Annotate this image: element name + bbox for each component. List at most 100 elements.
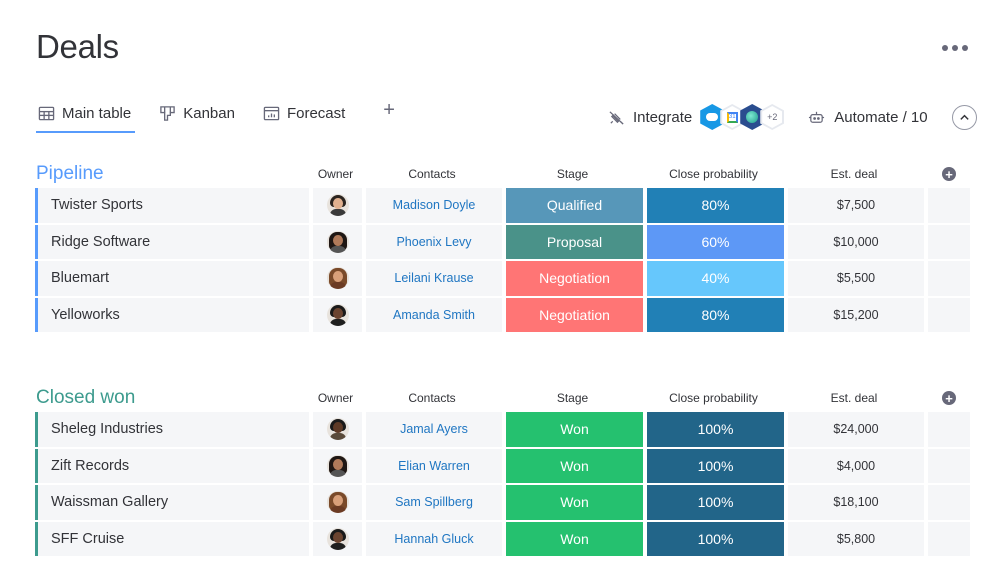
tab-forecast[interactable]: Forecast [261,100,347,133]
table-row: Waissman Gallery Sam Spillberg Won 100% … [35,485,970,520]
forecast-icon [263,106,280,121]
table-row: Zift Records Elian Warren Won 100% $4,00… [35,448,970,483]
stage-status-cell[interactable]: Qualified [506,188,643,223]
board-toolbar: Integrate 31 +2 Automate / 10 [608,102,977,132]
add-view-button[interactable]: + [383,99,395,122]
est-deal-cell[interactable]: $5,500 [788,261,924,296]
est-deal-cell[interactable]: $18,100 [788,485,924,520]
item-name-cell[interactable]: Sheleg Industries [35,412,309,447]
contact-link[interactable]: Phoenix Levy [366,224,502,259]
owner-cell[interactable] [313,261,362,296]
column-header-contacts[interactable]: Contacts [364,391,500,405]
avatar [326,491,349,514]
contact-link[interactable]: Madison Doyle [366,188,502,223]
close-probability-cell[interactable]: 60% [647,224,784,259]
contact-link[interactable]: Elian Warren [366,448,502,483]
group-closed-won: Closed won Owner Contacts Stage Close pr… [35,384,970,558]
item-name-cell[interactable]: Waissman Gallery [35,485,309,520]
column-header-owner[interactable]: Owner [311,391,360,405]
item-name-cell[interactable]: Twister Sports [35,188,309,223]
est-deal-cell[interactable]: $7,500 [788,188,924,223]
owner-cell[interactable] [313,485,362,520]
close-probability-cell[interactable]: 100% [647,485,784,520]
integration-apps[interactable]: 31 +2 [700,104,785,130]
column-header-est-deal[interactable]: Est. deal [786,391,922,405]
stage-status-cell[interactable]: Won [506,448,643,483]
est-deal-cell[interactable]: $10,000 [788,224,924,259]
avatar [326,418,349,441]
column-header-stage[interactable]: Stage [504,391,641,405]
owner-cell[interactable] [313,297,362,332]
close-probability-cell[interactable]: 40% [647,261,784,296]
tab-label: Main table [62,105,132,122]
item-name-cell[interactable]: Bluemart [35,261,309,296]
automate-label: Automate / 10 [834,108,928,126]
empty-cell[interactable] [928,297,970,332]
contact-link[interactable]: Sam Spillberg [366,485,502,520]
table-row: Ridge Software Phoenix Levy Proposal 60%… [35,224,970,259]
est-deal-cell[interactable]: $5,800 [788,521,924,556]
owner-cell[interactable] [313,448,362,483]
stage-status-cell[interactable]: Negotiation [506,297,643,332]
column-header-contacts[interactable]: Contacts [364,167,500,181]
est-deal-cell[interactable]: $4,000 [788,448,924,483]
collapse-header-button[interactable] [951,104,977,130]
owner-cell[interactable] [313,412,362,447]
empty-cell[interactable] [928,412,970,447]
tab-label: Forecast [286,105,346,122]
avatar [326,303,349,326]
group-header: Closed won Owner Contacts Stage Close pr… [35,384,970,412]
close-probability-cell[interactable]: 100% [647,412,784,447]
group-pipeline: Pipeline Owner Contacts Stage Close prob… [35,160,970,334]
stage-status-cell[interactable]: Negotiation [506,261,643,296]
contact-link[interactable]: Jamal Ayers [366,412,502,447]
owner-cell[interactable] [313,521,362,556]
column-header-stage[interactable]: Stage [504,167,641,181]
automate-button[interactable]: Automate / 10 [808,108,928,126]
avatar [326,230,349,253]
owner-cell[interactable] [313,188,362,223]
tab-kanban[interactable]: Kanban [157,100,237,133]
column-header-owner[interactable]: Owner [311,167,360,181]
empty-cell[interactable] [928,261,970,296]
group-title[interactable]: Pipeline [35,163,311,185]
contact-link[interactable]: Hannah Gluck [366,521,502,556]
column-header-est-deal[interactable]: Est. deal [786,167,922,181]
tab-label: Kanban [183,105,235,122]
table-row: Bluemart Leilani Krause Negotiation 40% … [35,261,970,296]
column-header-close-probability[interactable]: Close probability [645,391,782,405]
table-row: Twister Sports Madison Doyle Qualified 8… [35,188,970,223]
integrate-button[interactable]: Integrate [608,109,692,126]
close-probability-cell[interactable]: 80% [647,188,784,223]
contact-link[interactable]: Amanda Smith [366,297,502,332]
close-probability-cell[interactable]: 100% [647,521,784,556]
plug-icon [609,110,624,125]
item-name-cell[interactable]: Ridge Software [35,224,309,259]
stage-status-cell[interactable]: Won [506,521,643,556]
est-deal-cell[interactable]: $15,200 [788,297,924,332]
avatar [326,527,349,550]
owner-cell[interactable] [313,224,362,259]
add-column-button[interactable]: + [942,391,956,405]
tab-main-table[interactable]: Main table [36,100,136,133]
empty-cell[interactable] [928,448,970,483]
contact-link[interactable]: Leilani Krause [366,261,502,296]
empty-cell[interactable] [928,224,970,259]
chevron-up-icon [959,114,969,120]
empty-cell[interactable] [928,485,970,520]
close-probability-cell[interactable]: 80% [647,297,784,332]
item-name-cell[interactable]: Yelloworks [35,297,309,332]
stage-status-cell[interactable]: Won [506,485,643,520]
est-deal-cell[interactable]: $24,000 [788,412,924,447]
column-header-close-probability[interactable]: Close probability [645,167,782,181]
empty-cell[interactable] [928,521,970,556]
stage-status-cell[interactable]: Proposal [506,224,643,259]
empty-cell[interactable] [928,188,970,223]
add-column-button[interactable]: + [942,167,956,181]
close-probability-cell[interactable]: 100% [647,448,784,483]
stage-status-cell[interactable]: Won [506,412,643,447]
item-name-cell[interactable]: Zift Records [35,448,309,483]
group-title[interactable]: Closed won [35,387,311,409]
item-name-cell[interactable]: SFF Cruise [35,521,309,556]
more-options-button[interactable] [940,40,970,56]
